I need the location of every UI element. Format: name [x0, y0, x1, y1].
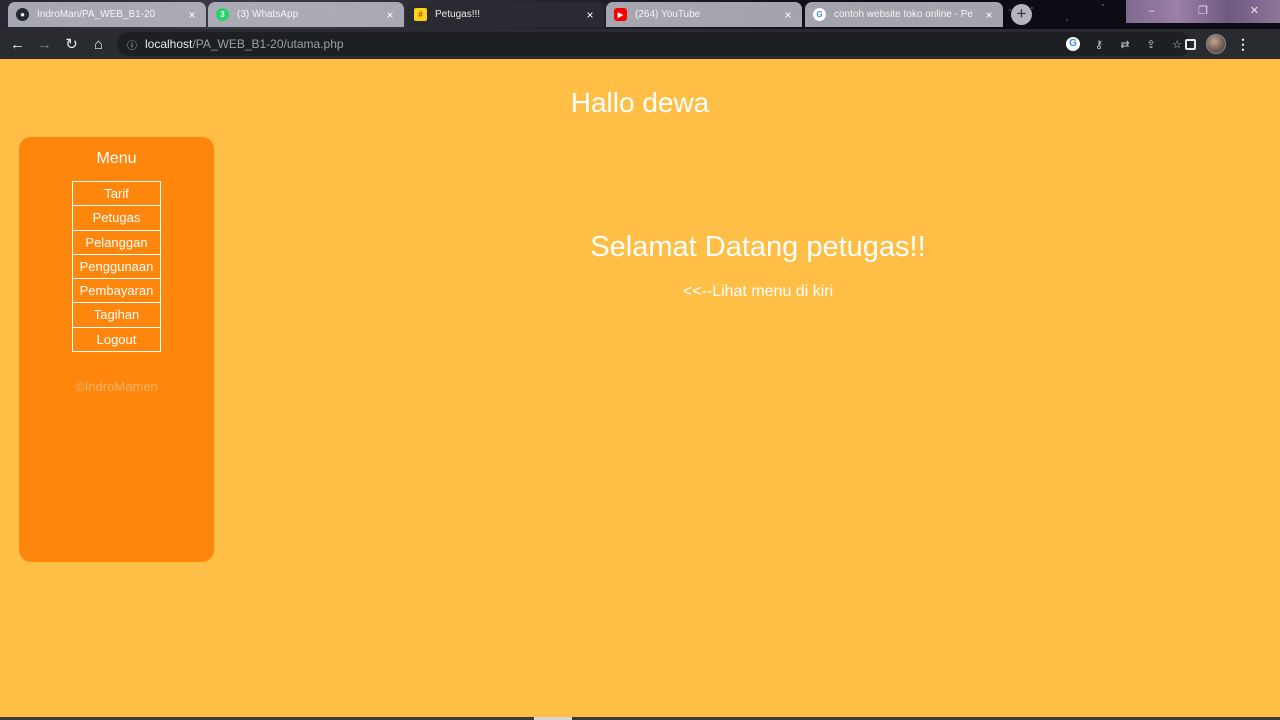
menu-item-petugas[interactable]: Petugas — [72, 205, 161, 231]
google-lens-icon[interactable]: G — [1066, 37, 1080, 51]
reload-icon[interactable]: ↻ — [58, 31, 85, 58]
url-host: localhost — [145, 37, 193, 51]
menu-item-penggunaan[interactable]: Penggunaan — [72, 253, 161, 280]
menu-item-logout[interactable]: Logout — [72, 326, 161, 353]
close-icon[interactable]: × — [584, 8, 596, 22]
new-tab-button[interactable]: + — [1011, 4, 1032, 25]
address-bar-actions: G ⚷ ⇄ ⇪ ☆ — [1066, 32, 1184, 56]
tab-title: Petugas!!! — [435, 9, 481, 20]
restore-icon[interactable]: ❐ — [1177, 0, 1228, 23]
forward-icon[interactable]: → — [31, 31, 58, 58]
tab-google-search[interactable]: G contoh website toko online - Pe × — [805, 2, 1003, 27]
google-icon: G — [813, 8, 826, 21]
menu-item-pelanggan[interactable]: Pelanggan — [72, 229, 161, 255]
welcome-heading: Selamat Datang petugas!! — [590, 231, 926, 263]
youtube-icon: ▶ — [614, 8, 627, 21]
minimize-icon[interactable]: – — [1126, 0, 1177, 23]
avatar[interactable] — [1206, 34, 1226, 54]
close-icon[interactable]: × — [983, 8, 995, 22]
menu-list: Tarif Petugas Pelanggan Penggunaan Pemba… — [72, 181, 161, 353]
copyright-text: ©IndroMamen — [75, 379, 158, 394]
close-window-icon[interactable]: ✕ — [1229, 0, 1280, 23]
toolbar-right: ⋮ — [1185, 29, 1250, 59]
home-icon[interactable]: ⌂ — [85, 31, 112, 58]
tab-petugas[interactable]: # Petugas!!! × — [406, 2, 604, 27]
window-controls: – ❐ ✕ — [1126, 0, 1280, 23]
url-path: /PA_WEB_B1-20/utama.php — [192, 37, 344, 51]
browser-toolbar: ← → ↻ ⌂ ⓘ localhost/PA_WEB_B1-20/utama.p… — [0, 29, 1280, 59]
bookmark-star-icon[interactable]: ☆ — [1170, 38, 1184, 51]
tab-title: (264) YouTube — [635, 9, 701, 20]
key-icon[interactable]: ⚷ — [1092, 38, 1106, 51]
page-content: Hallo dewa Menu Tarif Petugas Pelanggan … — [0, 59, 1280, 720]
tab-github[interactable]: ● IndroMan/PA_WEB_B1-20 × — [8, 2, 206, 27]
github-icon: ● — [16, 8, 29, 21]
close-icon[interactable]: × — [186, 8, 198, 22]
more-menu-icon[interactable]: ⋮ — [1236, 36, 1250, 53]
close-icon[interactable]: × — [384, 8, 396, 22]
translate-icon[interactable]: ⇄ — [1118, 38, 1132, 51]
sidebar-menu: Menu Tarif Petugas Pelanggan Penggunaan … — [19, 137, 214, 562]
share-icon[interactable]: ⇪ — [1144, 38, 1158, 51]
menu-item-tagihan[interactable]: Tagihan — [72, 302, 161, 328]
menu-title: Menu — [96, 150, 137, 167]
site-info-icon[interactable]: ⓘ — [127, 37, 145, 52]
greeting-heading: Hallo dewa — [570, 87, 710, 118]
menu-hint-text: <<--Lihat menu di kiri — [682, 283, 834, 300]
tab-youtube[interactable]: ▶ (264) YouTube × — [606, 2, 802, 27]
tab-title: (3) WhatsApp — [237, 9, 299, 20]
tab-title: IndroMan/PA_WEB_B1-20 — [37, 9, 156, 20]
address-bar[interactable]: ⓘ localhost/PA_WEB_B1-20/utama.php G ⚷ ⇄… — [117, 32, 1190, 56]
menu-item-pembayaran[interactable]: Pembayaran — [72, 278, 161, 304]
tab-strip: ● IndroMan/PA_WEB_B1-20 × 3 (3) WhatsApp… — [0, 0, 1280, 29]
hash-favicon-icon: # — [414, 8, 427, 21]
whatsapp-icon: 3 — [216, 8, 229, 21]
menu-item-tarif[interactable]: Tarif — [72, 181, 161, 207]
back-icon[interactable]: ← — [4, 31, 31, 58]
tab-title: contoh website toko online - Pe — [834, 9, 973, 20]
close-icon[interactable]: × — [782, 8, 794, 22]
tab-whatsapp[interactable]: 3 (3) WhatsApp × — [208, 2, 404, 27]
side-panel-icon[interactable] — [1185, 38, 1196, 50]
